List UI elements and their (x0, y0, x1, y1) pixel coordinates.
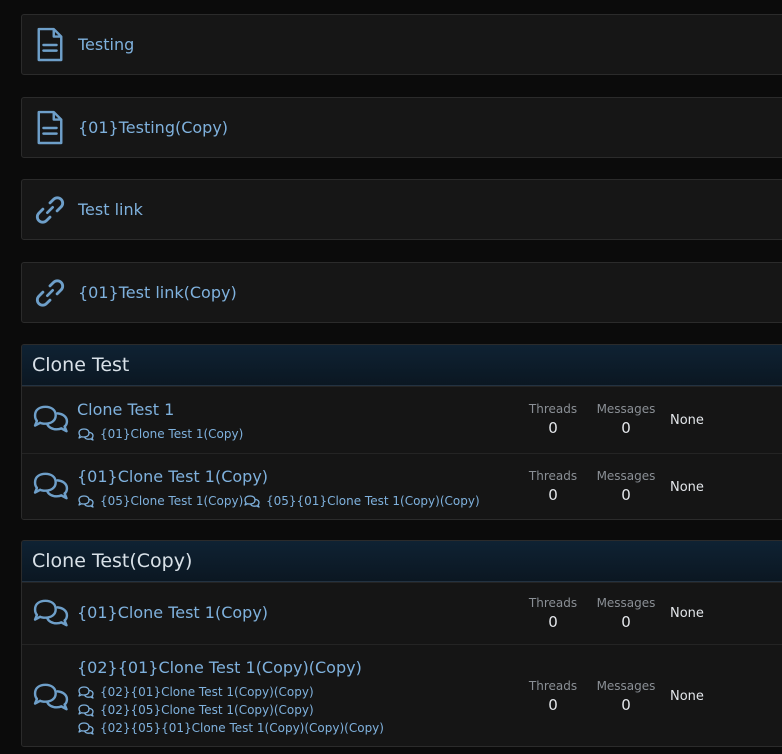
subforum-link[interactable]: {01}Clone Test 1(Copy) (78, 427, 243, 441)
subforum-label: {05}{01}Clone Test 1(Copy)(Copy) (266, 494, 480, 508)
messages-count: 0 (621, 419, 631, 437)
subforum-label: {02}{01}Clone Test 1(Copy)(Copy) (100, 685, 314, 699)
node-title[interactable]: {01}Test link(Copy) (78, 283, 237, 302)
threads-label: Threads (528, 596, 578, 610)
last-post: None (670, 480, 704, 495)
threads-count: 0 (548, 613, 558, 631)
subforum-link[interactable]: {02}{05}Clone Test 1(Copy)(Copy) (78, 703, 314, 717)
node-title[interactable]: Testing (78, 35, 134, 54)
last-post: None (670, 689, 704, 704)
threads-stat: Threads 0 (527, 679, 579, 714)
chat-icon (32, 471, 70, 501)
chat-icon (32, 404, 70, 434)
last-post: None (670, 413, 704, 428)
subforum-link[interactable]: {05}Clone Test 1(Copy) (78, 494, 243, 508)
subforum-label: {05}Clone Test 1(Copy) (100, 494, 244, 508)
threads-stat: Threads 0 (527, 469, 579, 504)
threads-stat: Threads 0 (527, 596, 579, 631)
document-icon (34, 109, 66, 147)
threads-count: 0 (548, 486, 558, 504)
chat-icon (78, 722, 94, 735)
threads-label: Threads (528, 679, 578, 693)
chat-icon (32, 598, 70, 628)
category-title[interactable]: Clone Test(Copy) (22, 541, 782, 582)
chat-icon (32, 682, 70, 712)
messages-label: Messages (596, 596, 656, 610)
threads-count: 0 (548, 419, 558, 437)
subforum-label: {02}{05}{01}Clone Test 1(Copy)(Copy)(Cop… (100, 721, 384, 735)
messages-count: 0 (621, 486, 631, 504)
messages-label: Messages (596, 679, 656, 693)
forum-title[interactable]: {01}Clone Test 1(Copy) (77, 603, 268, 622)
messages-label: Messages (596, 469, 656, 483)
threads-label: Threads (528, 402, 578, 416)
node-title[interactable]: {01}Testing(Copy) (78, 118, 228, 137)
chat-icon (244, 495, 260, 508)
messages-label: Messages (596, 402, 656, 416)
subforum-label: {02}{05}Clone Test 1(Copy)(Copy) (100, 703, 314, 717)
category-title[interactable]: Clone Test (22, 345, 782, 386)
forum-title[interactable]: {01}Clone Test 1(Copy) (77, 467, 268, 486)
node-test-link[interactable]: Test link (21, 179, 782, 240)
node-testing[interactable]: Testing (21, 14, 782, 75)
category-clone-test-copy: Clone Test(Copy) {01}Clone Test 1(Copy) … (21, 540, 782, 747)
document-icon (34, 26, 66, 64)
forum-row: {02}{01}Clone Test 1(Copy)(Copy) {02}{01… (22, 644, 782, 746)
node-test-link-copy[interactable]: {01}Test link(Copy) (21, 262, 782, 323)
forum-row: Clone Test 1 {01}Clone Test 1(Copy) Thre… (22, 386, 782, 453)
node-testing-copy[interactable]: {01}Testing(Copy) (21, 97, 782, 158)
threads-count: 0 (548, 696, 558, 714)
chat-icon (78, 686, 94, 699)
subforum-link[interactable]: {02}{01}Clone Test 1(Copy)(Copy) (78, 685, 314, 699)
forum-title[interactable]: Clone Test 1 (77, 400, 174, 419)
forum-title[interactable]: {02}{01}Clone Test 1(Copy)(Copy) (77, 658, 362, 677)
threads-stat: Threads 0 (527, 402, 579, 437)
messages-count: 0 (621, 696, 631, 714)
messages-count: 0 (621, 613, 631, 631)
category-clone-test: Clone Test Clone Test 1 {01}Clone Test 1… (21, 344, 782, 520)
last-post: None (670, 606, 704, 621)
node-title[interactable]: Test link (78, 200, 143, 219)
messages-stat: Messages 0 (595, 402, 657, 437)
chat-icon (78, 704, 94, 717)
forum-row: {01}Clone Test 1(Copy) {05}Clone Test 1(… (22, 453, 782, 519)
forum-row: {01}Clone Test 1(Copy) Threads 0 Message… (22, 582, 782, 644)
chat-icon (78, 428, 94, 441)
threads-label: Threads (528, 469, 578, 483)
subforum-link[interactable]: {02}{05}{01}Clone Test 1(Copy)(Copy)(Cop… (78, 721, 384, 735)
chat-icon (78, 495, 94, 508)
messages-stat: Messages 0 (595, 469, 657, 504)
link-icon (34, 191, 66, 229)
subforum-label: {01}Clone Test 1(Copy) (100, 427, 244, 441)
messages-stat: Messages 0 (595, 679, 657, 714)
link-icon (34, 274, 66, 312)
subforum-link[interactable]: {05}{01}Clone Test 1(Copy)(Copy) (244, 494, 480, 508)
messages-stat: Messages 0 (595, 596, 657, 631)
